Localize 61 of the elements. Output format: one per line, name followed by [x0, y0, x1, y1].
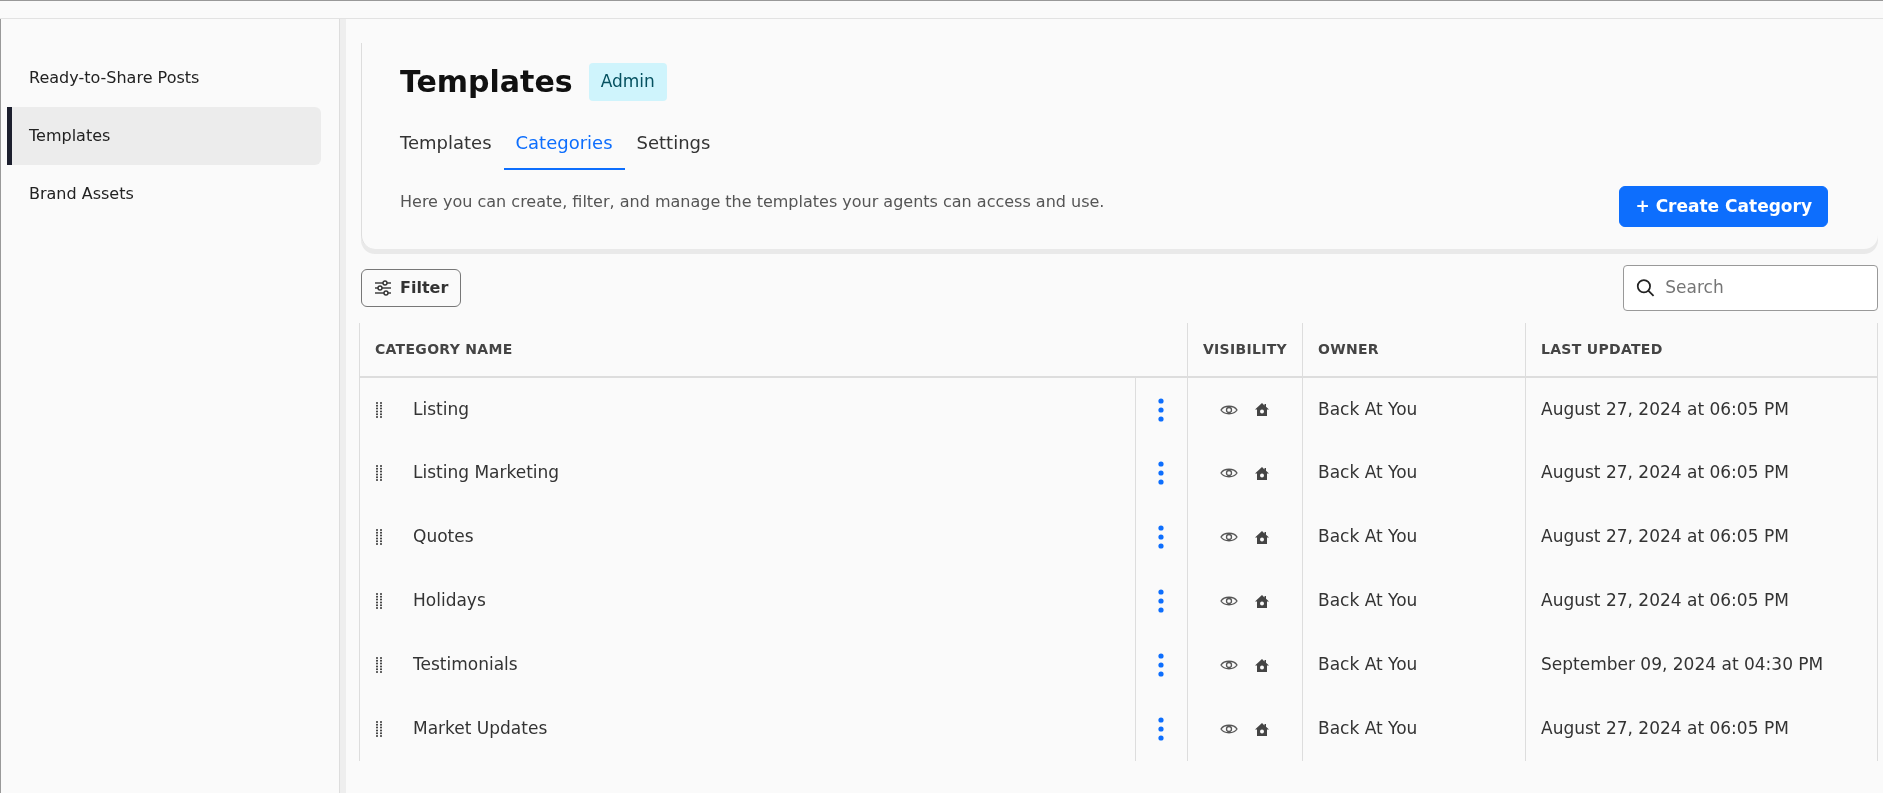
column-header: CATEGORY NAME	[359, 323, 1188, 377]
search-input[interactable]: Search	[1663, 274, 1865, 302]
search-field[interactable]: Search	[1623, 265, 1878, 311]
more-options-icon[interactable]	[1158, 653, 1165, 678]
category-name: Listing	[413, 397, 469, 421]
date-cell: September 09, 2024 at 04:30 PM	[1525, 633, 1878, 697]
column-header: OWNER	[1302, 323, 1526, 377]
date-cell: August 27, 2024 at 06:05 PM	[1525, 697, 1878, 761]
owner-cell: Back At You	[1302, 377, 1526, 441]
house-icon	[1253, 402, 1270, 417]
house-icon	[1253, 529, 1270, 545]
house-icon	[1253, 657, 1270, 673]
drag-handle-icon[interactable]	[375, 528, 383, 546]
drag-handle-icon[interactable]	[375, 720, 383, 738]
more-options-icon[interactable]	[1158, 589, 1165, 614]
sidebar-item[interactable]: Templates	[7, 107, 321, 165]
eye-icon	[1219, 595, 1238, 607]
page-description: Here you can create, filter, and manage the templates your agents can access and use.	[400, 190, 1105, 213]
search-icon	[1636, 277, 1656, 299]
more-options-icon[interactable]	[1158, 397, 1165, 422]
eye-icon	[1219, 723, 1238, 735]
owner-cell: Back At You	[1302, 697, 1526, 761]
drag-handle-icon[interactable]	[375, 656, 383, 674]
category-name: Testimonials	[413, 653, 518, 677]
owner-cell: Back At You	[1302, 633, 1526, 697]
more-options-icon[interactable]	[1158, 717, 1165, 742]
category-name: Quotes	[413, 525, 474, 549]
date-cell: August 27, 2024 at 06:05 PM	[1525, 441, 1878, 505]
owner-cell: Back At You	[1302, 441, 1526, 505]
tab[interactable]: Templates	[388, 116, 504, 170]
date-cell: August 27, 2024 at 06:05 PM	[1525, 377, 1878, 441]
sliders-icon	[374, 280, 392, 296]
eye-icon	[1219, 531, 1238, 543]
eye-icon	[1219, 403, 1238, 416]
more-options-icon[interactable]	[1158, 461, 1165, 486]
house-icon	[1253, 721, 1270, 737]
tab[interactable]: Settings	[624, 116, 723, 170]
tab[interactable]: Categories	[503, 116, 625, 170]
sidebar-item[interactable]: Brand Assets	[7, 165, 321, 223]
create-category-button[interactable]: + Create Category	[1619, 185, 1828, 227]
drag-handle-icon[interactable]	[375, 592, 383, 610]
eye-icon	[1219, 659, 1238, 671]
page-title: Templates	[400, 63, 573, 100]
category-name: Holidays	[413, 589, 486, 613]
house-icon	[1253, 465, 1270, 481]
date-cell: August 27, 2024 at 06:05 PM	[1525, 569, 1878, 633]
owner-cell: Back At You	[1302, 505, 1526, 569]
eye-icon	[1219, 467, 1238, 479]
house-icon	[1253, 593, 1270, 609]
drag-handle-icon[interactable]	[375, 400, 383, 419]
date-cell: August 27, 2024 at 06:05 PM	[1525, 505, 1878, 569]
category-name: Listing Marketing	[413, 461, 560, 485]
sidebar-item[interactable]: Ready-to-Share Posts	[7, 49, 321, 107]
category-name: Market Updates	[413, 717, 548, 741]
column-header: VISIBILITY	[1187, 323, 1303, 377]
filter-button[interactable]: Filter	[361, 269, 462, 307]
owner-cell: Back At You	[1302, 569, 1526, 633]
role-label: Admin	[588, 63, 667, 101]
column-header: LAST UPDATED	[1525, 323, 1878, 377]
more-options-icon[interactable]	[1158, 525, 1165, 550]
drag-handle-icon[interactable]	[375, 464, 383, 482]
